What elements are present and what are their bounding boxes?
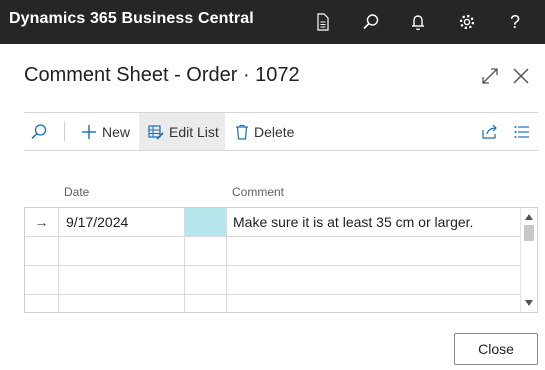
date-cell[interactable] — [59, 295, 185, 312]
table-row[interactable]: → 9/17/2024 Make sure it is at least 35 … — [25, 208, 521, 237]
delete-button-label: Delete — [254, 124, 295, 140]
grid-cell[interactable] — [185, 266, 227, 294]
list-view-button[interactable] — [514, 114, 535, 150]
vertical-scrollbar[interactable] — [520, 208, 537, 312]
row-indicator — [25, 266, 59, 294]
comment-cell[interactable]: Make sure it is at least 35 cm or larger… — [227, 208, 521, 236]
selected-cell[interactable] — [185, 208, 227, 236]
edit-list-button-label: Edit List — [169, 123, 219, 140]
expand-icon[interactable] — [479, 65, 501, 87]
row-indicator — [25, 237, 59, 265]
comment-cell[interactable] — [227, 237, 521, 265]
close-icon[interactable] — [510, 65, 532, 87]
grid-cell[interactable] — [185, 295, 227, 312]
toolbar-top-divider — [24, 112, 538, 113]
plus-icon — [81, 124, 102, 140]
document-icon[interactable] — [311, 10, 335, 34]
search-icon — [30, 123, 53, 141]
help-icon[interactable]: ? — [503, 10, 527, 34]
toolbar-bottom-divider — [24, 150, 538, 151]
edit-list-button[interactable]: Edit List — [139, 113, 225, 150]
delete-button[interactable]: Delete — [235, 114, 294, 150]
grid-cell[interactable] — [185, 237, 227, 265]
column-header-comment[interactable]: Comment — [232, 185, 284, 199]
close-button[interactable]: Close — [454, 333, 538, 365]
gear-icon[interactable] — [455, 10, 479, 34]
trash-icon — [235, 124, 254, 140]
table-row[interactable] — [25, 237, 521, 266]
comment-grid: → 9/17/2024 Make sure it is at least 35 … — [24, 207, 538, 313]
row-indicator — [25, 295, 59, 312]
comment-cell[interactable] — [227, 266, 521, 294]
edit-list-icon — [148, 124, 169, 140]
bell-icon[interactable] — [406, 10, 430, 34]
search-list-button[interactable] — [30, 114, 53, 150]
comment-cell[interactable] — [227, 295, 521, 312]
app-header-bar: Dynamics 365 Business Central ? — [0, 0, 545, 44]
row-indicator: → — [25, 208, 59, 236]
date-cell[interactable] — [59, 266, 185, 294]
scroll-up-icon[interactable] — [524, 212, 534, 222]
date-cell[interactable]: 9/17/2024 — [59, 208, 185, 236]
dialog-title: Comment Sheet - Order · 1072 — [24, 64, 300, 86]
scroll-thumb[interactable] — [524, 225, 534, 241]
scroll-down-icon[interactable] — [524, 298, 534, 308]
table-row[interactable] — [25, 266, 521, 295]
toolbar-separator — [64, 121, 65, 141]
app-title[interactable]: Dynamics 365 Business Central — [9, 10, 254, 28]
share-button[interactable] — [481, 114, 503, 150]
list-icon — [514, 125, 535, 139]
date-cell[interactable] — [59, 237, 185, 265]
new-button-label: New — [102, 124, 131, 140]
column-header-date[interactable]: Date — [64, 185, 89, 199]
search-icon[interactable] — [359, 10, 383, 34]
share-icon — [481, 124, 503, 140]
table-row[interactable] — [25, 295, 521, 312]
new-button[interactable]: New — [81, 114, 130, 150]
